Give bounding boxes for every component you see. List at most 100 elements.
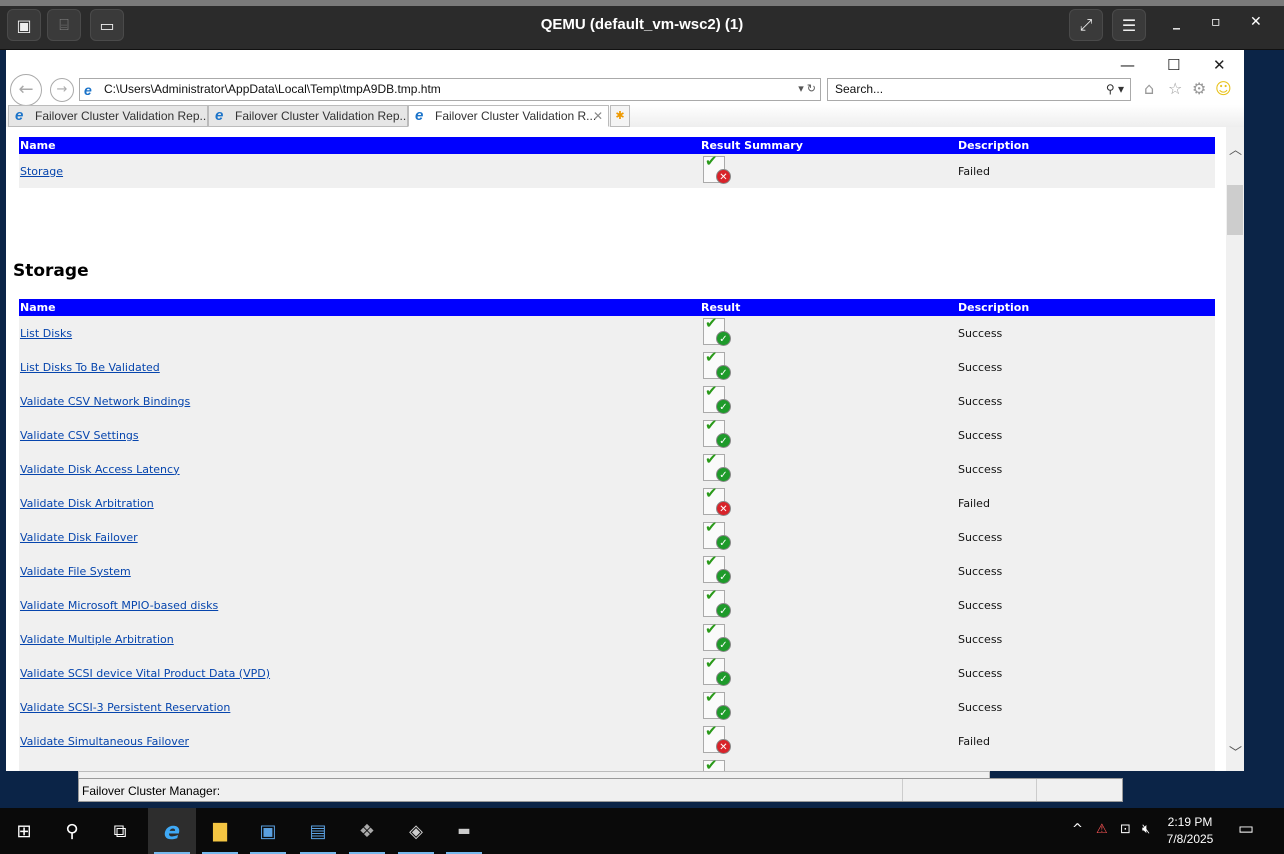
minimize-button[interactable]: _ — [1173, 14, 1180, 30]
failover-cluster-manager-icon[interactable]: ▤ — [294, 808, 342, 854]
name-cell: Validate Simultaneous Failover — [19, 724, 700, 758]
result-cell: ✔ ✕ — [700, 484, 957, 520]
test-link[interactable]: Validate Simultaneous Failover — [20, 735, 189, 748]
cluster-tool-icon[interactable]: ❖ — [343, 808, 391, 854]
table-row: Validate Microsoft MPIO-based disks ✔ ✓ S… — [19, 586, 1215, 622]
search-icon[interactable]: ⚲ — [48, 808, 96, 854]
network-tool-icon[interactable]: ◈ — [392, 808, 440, 854]
table-row: Validate Simultaneous Failover ✔ ✕ Failed — [19, 722, 1215, 758]
close-button[interactable]: ✕ — [1250, 14, 1262, 30]
tab-1[interactable]: e Failover Cluster Validation Rep... — [8, 105, 208, 127]
scroll-thumb[interactable] — [1227, 185, 1243, 235]
test-link[interactable]: Validate Disk Arbitration — [20, 497, 154, 510]
test-link[interactable]: Validate Disk Failover — [20, 531, 138, 544]
section-title: Storage — [13, 261, 89, 281]
test-link[interactable]: Storage — [20, 165, 63, 178]
tab-3-active[interactable]: e Failover Cluster Validation R... ✕ — [408, 105, 609, 127]
vertical-scrollbar[interactable]: ︿ ﹀ — [1226, 127, 1244, 771]
search-placeholder: Search... — [835, 82, 884, 96]
description-cell: Success — [957, 554, 1215, 588]
ie-maximize-button[interactable]: ☐ — [1167, 56, 1180, 74]
test-link[interactable]: Validate SCSI-3 Persistent Reservation — [20, 701, 230, 714]
description-cell: Failed — [957, 724, 1215, 758]
new-tab-button[interactable]: ✱ — [610, 105, 630, 127]
tab-2[interactable]: e Failover Cluster Validation Rep... — [208, 105, 408, 127]
forward-button[interactable]: → — [50, 78, 74, 102]
checkmark-badge-icon: ✓ — [716, 432, 731, 448]
ie-close-button[interactable]: ✕ — [1213, 56, 1226, 74]
start-windows-icon[interactable]: ⊞ — [0, 808, 48, 854]
settings-gear-icon[interactable]: ⚙ — [1192, 79, 1206, 98]
name-cell: Validate SCSI device Vital Product Data … — [19, 656, 700, 690]
refresh-icon[interactable]: ▾ ↻ — [798, 79, 816, 100]
feedback-smiley-icon[interactable]: ☺ — [1215, 79, 1232, 98]
test-link[interactable]: Validate SCSI device Vital Product Data … — [20, 667, 270, 680]
menu-button[interactable]: ☰ — [1112, 9, 1146, 41]
maximize-button[interactable]: ▫ — [1211, 14, 1221, 30]
task-view-icon[interactable]: ⧉ — [96, 808, 144, 854]
back-button[interactable]: ← — [10, 74, 42, 106]
test-link[interactable]: List Disks To Be Validated — [20, 361, 160, 374]
table-row: List Disks To Be Validated ✔ ✓ Success — [19, 347, 1215, 384]
internet-explorer-icon[interactable]: e — [148, 808, 196, 854]
address-bar[interactable]: e C:\Users\Administrator\AppData\Local\Te… — [79, 78, 821, 101]
home-icon[interactable]: ⌂ — [1144, 79, 1154, 98]
result-cell: ✔✓ — [700, 586, 957, 622]
scroll-down-icon[interactable]: ﹀ — [1229, 742, 1242, 761]
volume-muted-icon[interactable]: 🔇︎ — [1142, 822, 1150, 837]
result-cell: ✔ ✕ — [700, 151, 957, 188]
check-icon: ✔ — [705, 151, 718, 170]
result-cell: ✔✓ — [700, 518, 957, 554]
test-link[interactable]: Validate Multiple Arbitration — [20, 633, 174, 646]
network-icon[interactable]: ⊡ — [1120, 822, 1131, 837]
description-cell: Success — [957, 690, 1215, 724]
checkmark-badge-icon: ✓ — [716, 330, 731, 346]
header-result: Result — [700, 299, 957, 316]
check-icon: ✔ — [705, 381, 718, 400]
test-link[interactable]: Validate CSV Settings — [20, 429, 139, 442]
file-explorer-icon[interactable]: ▇ — [196, 808, 244, 854]
name-cell: Validate Disk Failover — [19, 520, 700, 554]
checkmark-badge-icon: ✓ — [716, 398, 731, 414]
notifications-icon[interactable]: ▭ — [1238, 819, 1254, 839]
test-link[interactable]: Validate File System — [20, 565, 131, 578]
x-badge-icon: ✕ — [716, 500, 731, 516]
description-cell: Success — [957, 588, 1215, 622]
test-link[interactable]: Validate Disk Access Latency — [20, 463, 180, 476]
check-icon: ✔ — [705, 313, 718, 332]
test-link[interactable]: Validate Microsoft MPIO-based disks — [20, 599, 218, 612]
background-strip — [0, 0, 1284, 6]
description-cell: Success — [957, 656, 1215, 690]
search-input[interactable]: Search... ⚲ ▾ — [827, 78, 1131, 101]
scroll-up-icon[interactable]: ︿ — [1229, 139, 1242, 158]
success-result-icon: ✔✓ — [701, 586, 731, 619]
table-row: Validate SCSI device Vital Product Data … — [19, 654, 1215, 690]
test-link[interactable]: List Disks — [20, 327, 72, 340]
fullscreen-button[interactable]: ⤢ — [1069, 9, 1103, 41]
success-result-icon: ✔✓ — [701, 313, 731, 347]
favorites-star-icon[interactable]: ☆ — [1168, 79, 1182, 98]
table-row: Validate File System ✔ ✓ Success — [19, 552, 1215, 588]
command-prompt-icon[interactable]: ▬ — [440, 808, 488, 854]
check-icon: ✔ — [705, 687, 718, 706]
clock-date: 7/8/2025 — [1166, 832, 1214, 846]
action-center-alert-icon[interactable]: ⚠ — [1096, 822, 1108, 837]
success-result-icon: ✔✓ — [701, 416, 731, 449]
description-cell: Success — [957, 350, 1215, 384]
close-tab-icon[interactable]: ✕ — [593, 106, 603, 126]
clock[interactable]: 2:19 PM 7/8/2025 — [1165, 814, 1215, 848]
result-cell: ✔✓ — [700, 654, 957, 690]
table-row: Validate SCSI-3 Persistent Reservation ✔… — [19, 687, 1215, 724]
name-cell: Validate CSV Network Bindings — [19, 384, 700, 418]
result-cell: ✔✓ — [700, 381, 957, 418]
tab-label: Failover Cluster Validation R... — [435, 109, 597, 123]
result-cell: ✔✓ — [700, 416, 957, 452]
description-cell: Success — [957, 520, 1215, 554]
show-hidden-icons-chevron[interactable]: ^ — [1072, 822, 1083, 837]
check-icon: ✔ — [705, 347, 718, 366]
server-manager-icon[interactable]: ▣ — [244, 808, 292, 854]
ie-minimize-button[interactable]: — — [1120, 56, 1135, 74]
test-link[interactable]: Validate CSV Network Bindings — [20, 395, 190, 408]
result-cell: ✔ ✕ — [700, 722, 957, 758]
search-icon[interactable]: ⚲ ▾ — [1106, 79, 1124, 100]
